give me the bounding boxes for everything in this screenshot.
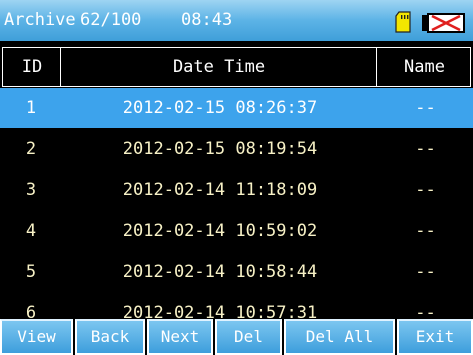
- view-button[interactable]: View: [0, 319, 73, 355]
- delete-button[interactable]: Del: [215, 319, 282, 355]
- row-name: --: [415, 98, 436, 118]
- row-datetime: 2012-02-14 11:18:09: [122, 180, 318, 200]
- back-button[interactable]: Back: [75, 319, 145, 355]
- table-row[interactable]: 1 2012-02-15 08:26:37 --: [0, 88, 473, 128]
- row-id: 5: [25, 262, 37, 282]
- row-id: 3: [25, 180, 37, 200]
- next-button[interactable]: Next: [147, 319, 213, 355]
- row-name: --: [415, 180, 436, 200]
- table-row[interactable]: 2 2012-02-15 08:19:54 --: [0, 129, 473, 169]
- row-name: --: [415, 139, 436, 159]
- sd-card-icon: [395, 11, 411, 33]
- row-datetime: 2012-02-15 08:26:37: [122, 98, 318, 118]
- row-datetime: 2012-02-15 08:19:54: [122, 139, 318, 159]
- table-row[interactable]: 4 2012-02-14 10:59:02 --: [0, 211, 473, 251]
- row-id: 1: [25, 98, 37, 118]
- row-id: 4: [25, 221, 37, 241]
- page-title: Archive: [4, 10, 76, 30]
- title-bar: Archive 62/100 08:43: [0, 0, 473, 41]
- exit-button[interactable]: Exit: [397, 319, 473, 355]
- table-row[interactable]: 3 2012-02-14 11:18:09 --: [0, 170, 473, 210]
- column-header-datetime: Date Time: [172, 57, 266, 77]
- row-name: --: [415, 262, 436, 282]
- softkey-toolbar: View Back Next Del Del All Exit: [0, 319, 473, 355]
- column-header-name: Name: [404, 57, 445, 77]
- clock-time: 08:43: [181, 10, 233, 30]
- table-row[interactable]: 5 2012-02-14 10:58:44 --: [0, 252, 473, 292]
- row-datetime: 2012-02-14 10:58:44: [122, 262, 318, 282]
- column-header-id: ID: [21, 57, 43, 77]
- row-name: --: [415, 221, 436, 241]
- archive-screen: Archive 62/100 08:43 ID Date Time Name 1…: [0, 0, 473, 355]
- delete-all-button[interactable]: Del All: [284, 319, 395, 355]
- row-datetime: 2012-02-14 10:59:02: [122, 221, 318, 241]
- battery-empty-icon: [422, 13, 465, 33]
- archive-table: ID Date Time Name 1 2012-02-15 08:26:37 …: [0, 47, 473, 333]
- row-id: 2: [25, 139, 37, 159]
- record-count: 62/100: [80, 10, 142, 30]
- table-header: ID Date Time Name: [2, 47, 471, 87]
